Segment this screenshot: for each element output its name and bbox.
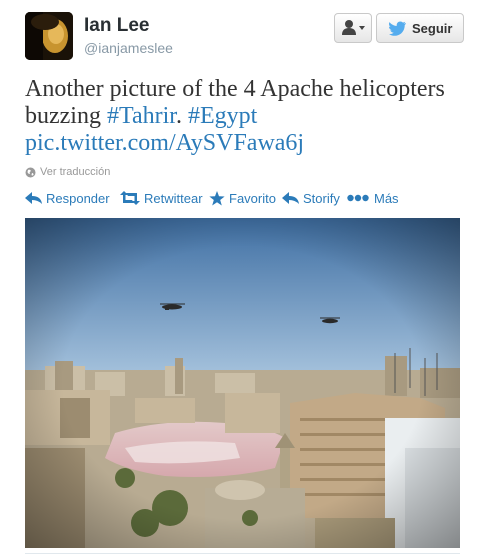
- tweet-header: Ian Lee @ianjameslee Seguir: [0, 0, 482, 70]
- user-name[interactable]: Ian Lee: [84, 15, 149, 37]
- avatar[interactable]: [25, 12, 73, 60]
- tweet-actions: Responder Retwittear Favorito Storify Má…: [25, 188, 465, 208]
- reply-label: Responder: [46, 191, 110, 206]
- tweet-photo[interactable]: [25, 218, 460, 548]
- hashtag-link-tahrir[interactable]: #Tahrir: [107, 103, 176, 129]
- follow-button-label: Seguir: [412, 21, 453, 36]
- storify-button[interactable]: Storify: [282, 188, 344, 208]
- hashtag-link-egypt[interactable]: #Egypt: [188, 103, 257, 129]
- more-label: Más: [374, 191, 399, 206]
- chevron-down-icon: [359, 26, 365, 30]
- user-actions-dropdown-button[interactable]: [334, 13, 372, 43]
- storify-icon: [282, 192, 299, 204]
- translate-label: Ver traducción: [40, 166, 111, 178]
- tweet-text-part: .: [175, 103, 188, 129]
- user-icon: [342, 20, 365, 35]
- reply-button[interactable]: Responder: [25, 188, 111, 208]
- star-icon: [209, 191, 225, 206]
- more-button[interactable]: Más: [347, 188, 403, 208]
- divider: [25, 553, 460, 554]
- tweet-text: Another picture of the 4 Apache helicopt…: [25, 76, 470, 130]
- favorite-label: Favorito: [229, 191, 276, 206]
- globe-icon: [25, 167, 36, 178]
- follow-button[interactable]: Seguir: [376, 13, 464, 43]
- ellipsis-icon: [347, 194, 369, 202]
- retweet-button[interactable]: Retwittear: [120, 188, 203, 208]
- user-handle[interactable]: @ianjameslee: [84, 40, 173, 56]
- retweet-icon: [120, 191, 140, 205]
- reply-icon: [25, 192, 42, 204]
- bird-icon: [389, 21, 406, 36]
- storify-label: Storify: [303, 191, 340, 206]
- media-link[interactable]: pic.twitter.com/AySVFawa6j: [25, 130, 304, 157]
- retweet-label: Retwittear: [144, 191, 203, 206]
- favorite-button[interactable]: Favorito: [209, 188, 276, 208]
